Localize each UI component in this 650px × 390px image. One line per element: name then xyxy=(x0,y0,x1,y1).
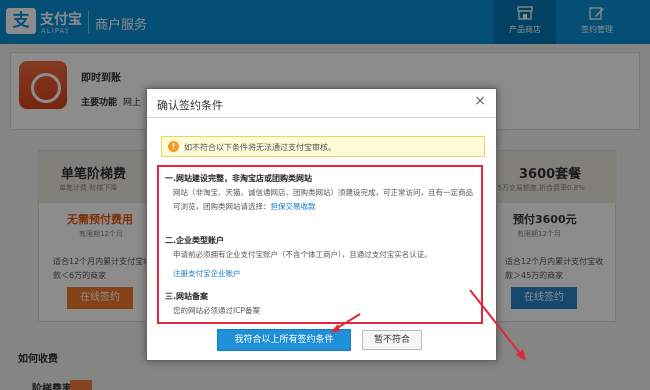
condition-body: 您的网站必须通过ICP备案 xyxy=(173,306,260,315)
not-qualified-button[interactable]: 暂不符合 xyxy=(362,330,422,350)
condition-title: 二.企业类型账户 xyxy=(165,236,225,245)
condition-title: 三.网站备案 xyxy=(165,292,209,301)
condition-body: 网站（非淘宝、天猫、诚信通网店、团购类网站）须建设完成，可正常访问，且有一定商品… xyxy=(173,188,473,211)
title-divider xyxy=(147,117,496,118)
warning-text: 如不符合以下条件将无法通过支付宝审核。 xyxy=(184,143,336,152)
confirm-conditions-dialog: 确认签约条件 × ! 如不符合以下条件将无法通过支付宝审核。 一.网站建设完整，… xyxy=(146,88,497,361)
confirm-all-conditions-button[interactable]: 我符合以上所有签约条件 xyxy=(217,329,351,351)
dialog-title: 确认签约条件 xyxy=(157,99,223,112)
warning-icon: ! xyxy=(168,141,179,152)
condition-title: 一.网站建设完整，非淘宝店或团购类网站 xyxy=(165,174,313,183)
conditions-list: 一.网站建设完整，非淘宝店或团购类网站 网站（非淘宝、天猫、诚信通网店、团购类网… xyxy=(157,165,483,324)
warning-box: ! 如不符合以下条件将无法通过支付宝审核。 xyxy=(161,136,485,157)
close-icon[interactable]: × xyxy=(474,93,486,109)
register-enterprise-link[interactable]: 注册支付宝企业账户 xyxy=(173,267,473,281)
guarantee-trade-link[interactable]: 担保交易收款 xyxy=(271,202,316,211)
condition-body: 申请前必须拥有企业支付宝账户（不含个体工商户），且通过支付宝实名认证。 注册支付… xyxy=(173,248,473,281)
